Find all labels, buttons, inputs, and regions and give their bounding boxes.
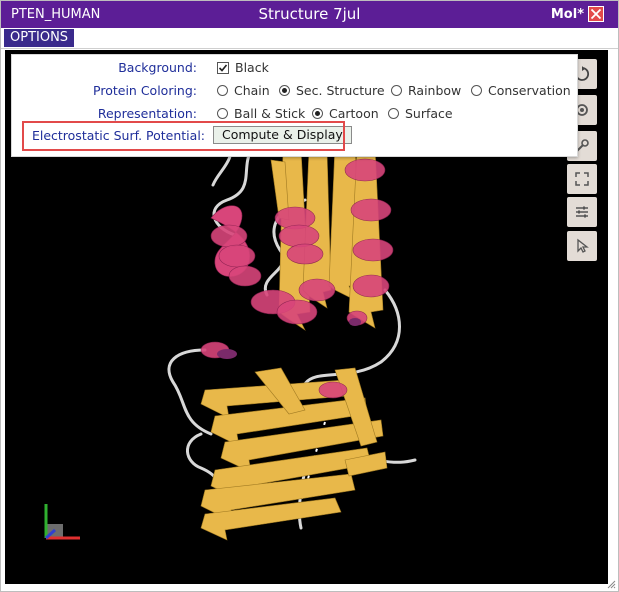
menu-bar: OPTIONS <box>1 28 618 49</box>
close-button[interactable] <box>588 6 604 22</box>
representation-option-label: Surface <box>405 106 453 121</box>
radio-selected-icon <box>312 108 323 119</box>
radio-selected-icon <box>279 85 290 96</box>
coloring-radio-conservation[interactable]: Conservation <box>471 83 571 98</box>
viewer-name: Mol* <box>550 7 584 22</box>
representation-label: Representation: <box>97 106 197 121</box>
coloring-option-label: Chain <box>234 83 270 98</box>
coloring-radio-rainbow[interactable]: Rainbow <box>391 83 461 98</box>
highlight-box <box>22 121 345 151</box>
sliders-icon <box>576 206 588 218</box>
representation-radio-ball-stick[interactable]: Ball & Stick <box>217 106 305 121</box>
radio-icon <box>217 108 228 119</box>
coloring-option-label: Conservation <box>488 83 571 98</box>
coloring-option-label: Sec. Structure <box>296 83 385 98</box>
fullscreen-button[interactable] <box>567 164 597 194</box>
coloring-radio-chain[interactable]: Chain <box>217 83 270 98</box>
coloring-option-label: Rainbow <box>408 83 462 98</box>
title-bar: PTEN_HUMAN Structure 7jul Mol* <box>1 1 618 28</box>
radio-icon <box>217 85 228 96</box>
radio-icon <box>388 108 399 119</box>
checkbox-checked-icon <box>217 61 229 74</box>
resize-grip-icon[interactable] <box>606 579 616 589</box>
protein-coloring-label: Protein Coloring: <box>93 83 197 98</box>
select-arrow-icon <box>577 238 589 253</box>
controls-button[interactable] <box>567 197 597 227</box>
background-label: Background: <box>118 60 197 75</box>
coloring-radio-sec-structure[interactable]: Sec. Structure <box>279 83 385 98</box>
viewer-window: PTEN_HUMAN Structure 7jul Mol* OPTIONS B… <box>0 0 619 592</box>
structure-title: Structure 7jul <box>258 5 361 23</box>
options-menu-button[interactable]: OPTIONS <box>4 29 75 47</box>
representation-option-label: Cartoon <box>329 106 379 121</box>
selection-mode-button[interactable] <box>567 231 597 261</box>
axes-indicator <box>44 504 80 540</box>
radio-icon <box>471 85 482 96</box>
close-icon <box>590 8 602 20</box>
radio-icon <box>391 85 402 96</box>
representation-radio-surface[interactable]: Surface <box>388 106 453 121</box>
representation-radio-cartoon[interactable]: Cartoon <box>312 106 379 121</box>
representation-option-label: Ball & Stick <box>234 106 306 121</box>
background-black-checkbox[interactable]: Black <box>217 60 269 75</box>
fullscreen-icon <box>575 172 589 186</box>
background-option-label: Black <box>235 60 269 75</box>
